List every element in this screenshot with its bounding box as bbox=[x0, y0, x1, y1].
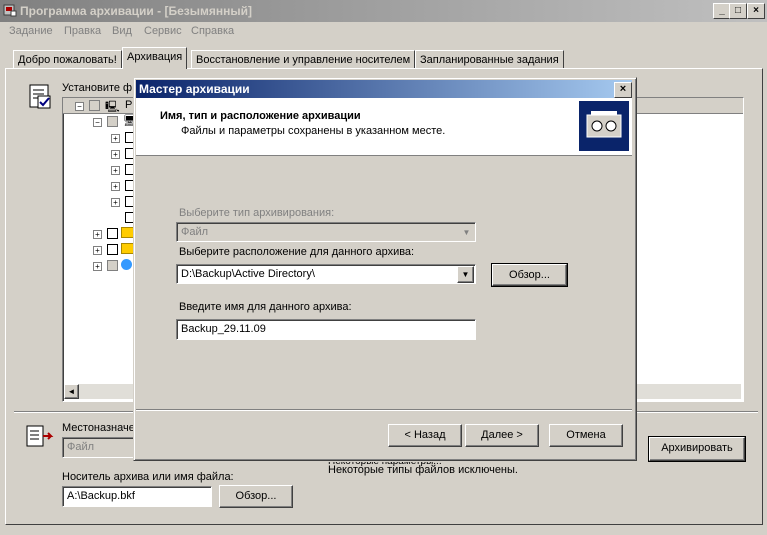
media-label: Носитель архива или имя файла: bbox=[62, 471, 234, 483]
tab-backup[interactable]: Архивация bbox=[122, 47, 188, 69]
backup-type-label: Выберите тип архивирования: bbox=[179, 207, 335, 219]
wizard-heading: Имя, тип и расположение архивации bbox=[160, 110, 361, 122]
close-button[interactable]: × bbox=[747, 3, 765, 19]
menu-view[interactable]: Вид bbox=[112, 25, 132, 37]
menu-bar: Задание Правка Вид Сервис Справка bbox=[0, 22, 767, 41]
location-select[interactable]: D:\Backup\Active Directory\ ▼ bbox=[176, 264, 476, 284]
back-button[interactable]: < Назад bbox=[388, 424, 462, 447]
backup-wizard-dialog: Мастер архивации × Имя, тип и расположен… bbox=[133, 77, 637, 461]
location-value: D:\Backup\Active Directory\ bbox=[181, 268, 315, 280]
cancel-button[interactable]: Отмена bbox=[549, 424, 623, 447]
media-browse-button[interactable]: Обзор... bbox=[219, 485, 293, 508]
chevron-down-icon[interactable]: ▼ bbox=[457, 266, 474, 283]
chevron-down-icon[interactable]: ▼ bbox=[459, 224, 474, 241]
backup-type-value: Файл bbox=[181, 226, 209, 238]
maximize-button[interactable]: □ bbox=[729, 3, 747, 19]
tab-restore[interactable]: Восстановление и управление носителем bbox=[191, 50, 416, 69]
destination-icon bbox=[26, 425, 54, 447]
tab-welcome[interactable]: Добро пожаловать! bbox=[13, 50, 122, 69]
app-title: Программа архивации - [Безымянный] bbox=[20, 4, 252, 18]
destination-label: Местоназначе bbox=[62, 422, 135, 434]
media-filename-input[interactable]: A:\Backup.bkf bbox=[62, 486, 212, 507]
backup-type-select[interactable]: Файл ▼ bbox=[176, 222, 476, 242]
next-button[interactable]: Далее > bbox=[465, 424, 539, 447]
backup-app-icon bbox=[3, 4, 17, 17]
tab-scheduled[interactable]: Запланированные задания bbox=[415, 50, 564, 69]
menu-edit[interactable]: Правка bbox=[64, 25, 101, 37]
scroll-left-icon[interactable]: ◄ bbox=[64, 384, 79, 399]
menu-task[interactable]: Задание bbox=[9, 25, 53, 37]
status-text: Некоторые типы файлов исключены. bbox=[328, 464, 518, 476]
location-browse-button[interactable]: Обзор... bbox=[491, 263, 568, 287]
checklist-icon bbox=[29, 84, 51, 109]
select-items-label: Установите ф bbox=[62, 82, 133, 94]
tape-backup-icon bbox=[579, 101, 629, 151]
network-icon bbox=[121, 259, 132, 270]
start-backup-button[interactable]: Архивировать bbox=[648, 436, 746, 462]
wizard-subheading: Файлы и параметры сохранены в указанном … bbox=[181, 125, 446, 137]
menu-help[interactable]: Справка bbox=[191, 25, 234, 37]
menu-tools[interactable]: Сервис bbox=[144, 25, 182, 37]
main-title-bar[interactable]: Программа архивации - [Безымянный] _ □ × bbox=[0, 0, 767, 22]
tree-root-label: Р bbox=[125, 99, 133, 111]
archive-name-label: Введите имя для данного архива: bbox=[179, 301, 352, 313]
wizard-separator bbox=[136, 409, 632, 410]
archive-name-input[interactable]: Backup_29.11.09 bbox=[176, 319, 476, 340]
location-label: Выберите расположение для данного архива… bbox=[179, 246, 415, 258]
wizard-close-button[interactable]: × bbox=[614, 82, 632, 98]
tree-root-icon: 🖳 bbox=[105, 101, 120, 113]
wizard-title: Мастер архивации bbox=[139, 82, 250, 96]
wizard-header: Имя, тип и расположение архивации Файлы … bbox=[136, 98, 632, 156]
wizard-title-bar[interactable]: Мастер архивации × bbox=[136, 80, 632, 98]
